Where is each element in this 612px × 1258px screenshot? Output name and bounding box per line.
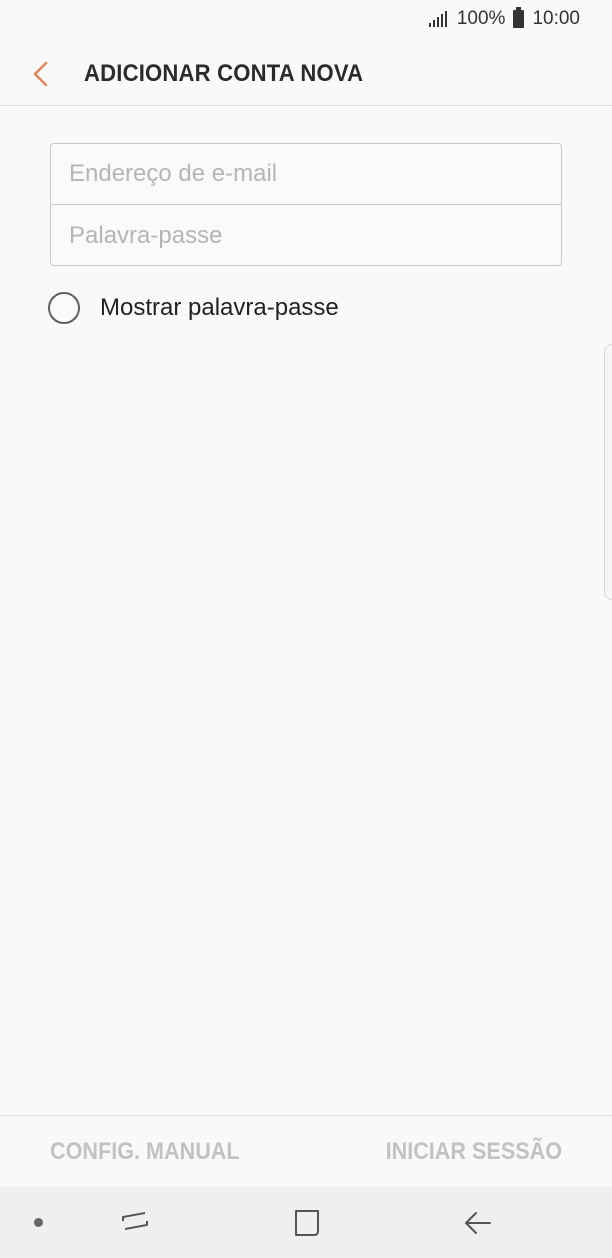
show-password-toggle[interactable]: Mostrar palavra-passe — [48, 292, 339, 324]
show-password-radio[interactable] — [48, 292, 80, 324]
status-bar: 100% 10:00 — [0, 0, 612, 40]
bottom-action-bar: CONFIG. MANUAL INICIAR SESSÃO — [0, 1115, 612, 1187]
signal-icon — [428, 11, 447, 27]
app-bar: ADICIONAR CONTA NOVA — [0, 40, 612, 106]
home-icon — [295, 1210, 319, 1236]
recent-apps-icon — [122, 1212, 148, 1230]
status-indicators: 100% 10:00 — [428, 7, 580, 30]
navigation-bar — [0, 1187, 612, 1258]
nav-back-button[interactable] — [458, 1207, 498, 1239]
edge-panel-handle[interactable] — [604, 344, 612, 600]
chevron-left-icon — [33, 61, 48, 87]
clock: 10:00 — [532, 8, 580, 29]
page-title: ADICIONAR CONTA NOVA — [84, 60, 364, 87]
email-field[interactable] — [51, 144, 561, 205]
battery-percent: 100% — [456, 8, 506, 29]
nav-hide-dot[interactable] — [34, 1218, 43, 1227]
back-arrow-icon — [465, 1212, 491, 1234]
sign-in-button[interactable]: INICIAR SESSÃO — [386, 1138, 562, 1166]
password-field[interactable] — [51, 205, 561, 266]
show-password-label: Mostrar palavra-passe — [100, 294, 339, 321]
login-form — [50, 143, 562, 266]
back-button[interactable] — [22, 54, 62, 94]
recent-apps-button[interactable] — [115, 1207, 155, 1239]
battery-icon — [513, 7, 525, 28]
home-button[interactable] — [287, 1207, 327, 1239]
manual-setup-button[interactable]: CONFIG. MANUAL — [50, 1138, 240, 1166]
